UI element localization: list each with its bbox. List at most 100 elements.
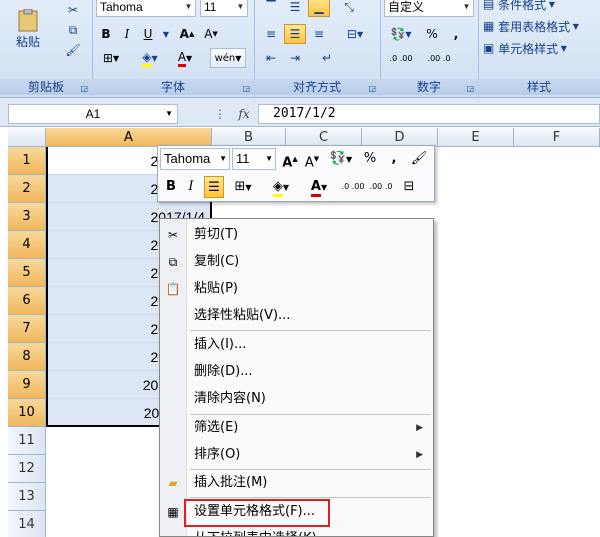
mini-decrease-decimal-button[interactable]: .00 .0 <box>368 176 394 198</box>
name-box[interactable]: A1 ▼ <box>8 104 178 124</box>
mini-borders-icon[interactable]: ⊞▼ <box>226 176 260 198</box>
menu-item-paste[interactable]: 📋 粘贴(P) <box>160 276 433 302</box>
dialog-launcher-icon[interactable]: ◲ <box>368 84 376 93</box>
dropdown-arrow-icon[interactable]: ▼ <box>182 0 195 16</box>
select-all-corner[interactable] <box>8 128 46 147</box>
mini-merge-cells-icon[interactable]: ⊟ <box>398 176 420 198</box>
borders-button[interactable]: ⊞ ▼ <box>96 48 126 68</box>
paste-button[interactable]: 粘贴 <box>6 0 50 58</box>
comma-button[interactable]: , <box>446 24 466 44</box>
dropdown-arrow-icon[interactable]: ▼ <box>165 105 173 123</box>
decrease-decimal-button[interactable]: .00 .0 <box>422 48 456 68</box>
cut-icon[interactable]: ✂ <box>62 0 84 20</box>
dialog-launcher-icon[interactable]: ◲ <box>80 84 88 93</box>
mini-font-size-combo[interactable]: 11 ▼ <box>232 148 276 170</box>
mini-format-painter-icon[interactable]: 🖌 <box>408 148 430 170</box>
mini-center-align-icon[interactable]: ☰ <box>204 176 224 198</box>
wrap-text-icon[interactable]: ↵ <box>314 48 340 68</box>
menu-item-copy[interactable]: ⧉ 复制(C) <box>160 249 433 275</box>
menu-item-insert[interactable]: 插入(I)... <box>160 332 433 358</box>
orientation-icon[interactable]: ⤡ <box>338 0 360 17</box>
table-format-label: 套用表格格式 <box>498 19 571 34</box>
mini-shrink-font-button[interactable]: A▼ <box>302 148 322 170</box>
fill-color-button[interactable]: ◈ ▼ <box>134 48 166 68</box>
increase-indent-icon[interactable]: ⇥ <box>284 48 306 68</box>
format-painter-icon[interactable]: 🖌 <box>62 40 84 60</box>
row-header[interactable]: 12 <box>8 455 46 483</box>
menu-item-filter[interactable]: 筛选(E) ▶ <box>160 415 433 441</box>
dialog-launcher-icon[interactable]: ◲ <box>466 84 474 93</box>
shrink-font-button[interactable]: A ▼ <box>200 24 222 44</box>
font-size-combo[interactable]: 11 ▼ <box>200 0 248 17</box>
mini-percent-button[interactable]: % <box>360 148 380 170</box>
underline-button[interactable]: U <box>138 24 158 44</box>
row-header[interactable]: 3 <box>8 203 46 231</box>
row-header[interactable]: 8 <box>8 343 46 371</box>
menu-item-delete[interactable]: 删除(D)... <box>160 359 433 385</box>
row-header[interactable]: 10 <box>8 399 46 427</box>
align-top-icon[interactable]: ▔ <box>260 0 282 17</box>
mini-font-color-button[interactable]: A▼ <box>302 176 336 198</box>
menu-item-paste-special[interactable]: 选择性粘贴(V)... <box>160 303 433 329</box>
menu-item-label: 粘贴(P) <box>194 281 238 296</box>
grow-font-button[interactable]: A ▲ <box>176 24 198 44</box>
menu-item-pick-from-list[interactable]: 从下拉列表中选择(K)... <box>160 526 433 536</box>
align-right-icon[interactable]: ≡ <box>308 24 330 44</box>
align-center-icon[interactable]: ☰ <box>284 24 306 44</box>
dialog-launcher-icon[interactable]: ◲ <box>242 84 250 93</box>
mini-comma-button[interactable]: , <box>384 148 404 170</box>
increase-decimal-button[interactable]: .0 .00 <box>384 48 418 68</box>
mini-fill-color-icon[interactable]: ◈▼ <box>264 176 298 198</box>
menu-item-label: 排序(O) <box>194 447 241 462</box>
row-header[interactable]: 5 <box>8 259 46 287</box>
mini-bold-button[interactable]: B <box>162 176 180 198</box>
column-header-f[interactable]: F <box>514 128 600 147</box>
number-format-combo[interactable]: 自定义 ▼ <box>384 0 474 17</box>
mini-increase-decimal-button[interactable]: .0 .00 <box>340 176 366 198</box>
dropdown-arrow-icon[interactable]: ▼ <box>234 0 247 16</box>
row-header[interactable]: 1 <box>8 147 46 175</box>
align-left-icon[interactable]: ≡ <box>260 24 282 44</box>
dropdown-arrow-icon[interactable]: ▼ <box>265 149 273 169</box>
menu-item-clear[interactable]: 清除内容(N) <box>160 386 433 412</box>
menu-item-cut[interactable]: ✂ 剪切(T) <box>160 222 433 248</box>
shrink-font-label: A <box>204 27 213 41</box>
mini-grow-font-button[interactable]: A▲ <box>280 148 300 170</box>
font-name-combo[interactable]: Tahoma ▼ <box>96 0 196 17</box>
column-header-e[interactable]: E <box>438 128 514 147</box>
align-bottom-icon[interactable]: ▁ <box>308 0 330 17</box>
decrease-indent-icon[interactable]: ⇤ <box>260 48 282 68</box>
row-header[interactable]: 6 <box>8 287 46 315</box>
row-header[interactable]: 14 <box>8 511 46 537</box>
percent-button[interactable]: % <box>422 24 442 44</box>
merge-center-icon[interactable]: ⊟ ▼ <box>338 24 372 44</box>
insert-function-button[interactable]: fx <box>232 104 256 124</box>
row-header[interactable]: 2 <box>8 175 46 203</box>
mini-font-name-combo[interactable]: Tahoma ▼ <box>160 148 230 170</box>
menu-item-insert-comment[interactable]: ▰ 插入批注(M) <box>160 470 433 496</box>
mini-currency-icon[interactable]: 💱▼ <box>326 148 356 170</box>
copy-icon[interactable]: ⧉ <box>62 20 84 40</box>
dropdown-arrow-icon[interactable]: ▼ <box>219 149 227 169</box>
font-color-button[interactable]: A ▼ <box>170 48 200 68</box>
format-cells-icon: ▦ <box>167 505 179 519</box>
row-header[interactable]: 9 <box>8 371 46 399</box>
underline-dropdown-icon[interactable]: ▼ <box>160 24 172 44</box>
row-header[interactable]: 11 <box>8 427 46 455</box>
currency-icon[interactable]: 💱 ▼ <box>384 24 418 44</box>
cell-styles-button[interactable]: ▣ 单元格样式 ▼ <box>482 38 594 58</box>
mini-italic-button[interactable]: I <box>182 176 200 198</box>
row-header[interactable]: 7 <box>8 315 46 343</box>
menu-item-label: 选择性粘贴(V)... <box>194 308 291 323</box>
row-header[interactable]: 13 <box>8 483 46 511</box>
row-header[interactable]: 4 <box>8 231 46 259</box>
bold-button[interactable]: B <box>96 24 116 44</box>
conditional-format-button[interactable]: ▤ 条件格式 ▼ <box>482 0 594 14</box>
menu-item-sort[interactable]: 排序(O) ▶ <box>160 442 433 468</box>
italic-button[interactable]: I <box>117 24 137 44</box>
align-middle-icon[interactable]: ☰ <box>284 0 306 17</box>
table-format-button[interactable]: ▦ 套用表格格式 ▼ <box>482 16 598 36</box>
formula-input[interactable]: 2017/1/2 <box>258 104 600 124</box>
phonetic-button[interactable]: wén ▼ <box>210 48 246 68</box>
dropdown-arrow-icon[interactable]: ▼ <box>460 0 473 16</box>
